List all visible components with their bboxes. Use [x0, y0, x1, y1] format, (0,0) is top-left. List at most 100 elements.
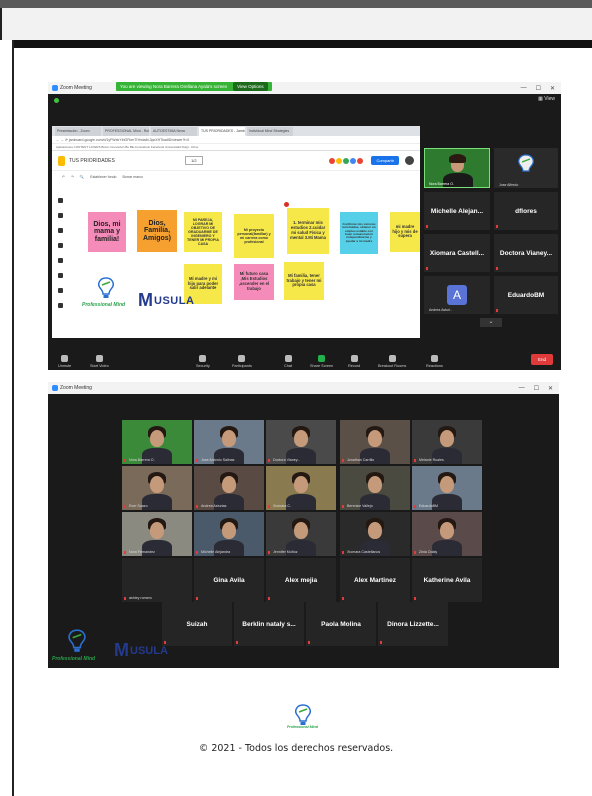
sticky-note[interactable]: Mi futuro casa ,Mis Estudios ,ascender e… [234, 264, 274, 300]
sticky-note-icon[interactable] [57, 243, 63, 248]
participant-video[interactable]: Melanie Ruales [412, 420, 482, 464]
redo-icon[interactable]: ↷ [71, 175, 74, 179]
participant-tile[interactable]: Paola Molina [306, 602, 376, 646]
sticky-note[interactable]: MI PAREJA, LOGRAR MI OBJETIVO DE GRADUAR… [184, 212, 222, 252]
participant-tile[interactable]: EduardoBM [494, 276, 558, 314]
participant-tile[interactable]: Xiomara Castell... [424, 234, 490, 272]
chat-button[interactable]: Chat [284, 355, 292, 368]
participant-video[interactable]: Jonathan Carrillo [340, 420, 410, 464]
minimize-icon[interactable]: — [519, 385, 525, 392]
maximize-icon[interactable]: ☐ [536, 85, 541, 92]
participant-video[interactable]: Jennifer Muñoz [266, 512, 336, 556]
jamboard-toolbar: ↶ ↷ 🔍 Establecer fondo Borrar marco [52, 171, 420, 183]
clear-frame-button[interactable]: Borrar marco [123, 175, 143, 179]
participants-button[interactable]: Participants [232, 355, 252, 368]
browser-tab[interactable]: Presentación - Zoom [55, 127, 101, 136]
participant-video[interactable]: Doctora Vianey... [266, 420, 336, 464]
zoom-icon[interactable]: 🔍 [80, 175, 84, 179]
participant-tile[interactable]: A Andrea Asturi.. [424, 276, 490, 314]
participant-video[interactable]: Nora Barrera O. [122, 420, 192, 464]
participant-video[interactable]: Andrea Asturias [194, 466, 264, 510]
share-button[interactable]: Compartir [371, 156, 399, 165]
participant-tile[interactable]: Berklin nataly s... [234, 602, 304, 646]
sticky-note[interactable]: Confirmar mis carreras terminadas, obten… [340, 212, 378, 254]
bookmarks-bar[interactable]: Aplicaciones CONTENT LAYERS Boton Innova… [52, 144, 420, 151]
select-icon[interactable] [57, 228, 63, 233]
participant-tile[interactable]: Katherine Avila [412, 558, 482, 602]
sticky-note[interactable]: Dios, Familia, Amigos) [137, 210, 177, 252]
participant-video[interactable]: Ever Suazo [122, 466, 192, 510]
participant-name: Michelle Alejandra [201, 550, 231, 554]
browser-tab[interactable]: AUTOESTIMA Nena [151, 127, 197, 136]
participant-video[interactable]: Berenice Vallejo [340, 466, 410, 510]
participant-video[interactable]: Jose Alfredo [494, 148, 558, 188]
mic-muted-icon [414, 597, 416, 600]
browser-tab-active[interactable]: TUS PRIORIDADES - Jamboard [199, 127, 245, 136]
back-icon[interactable]: ← → ⟳ [56, 138, 68, 142]
start-video-button[interactable]: Start Video [90, 355, 109, 368]
more-participants-button[interactable]: ⌄ [480, 318, 502, 327]
share-screen-icon [318, 355, 326, 362]
textbox-icon[interactable] [57, 288, 63, 293]
security-button[interactable]: Security [196, 355, 210, 368]
participant-label: Katherine Avila [423, 576, 471, 584]
image-icon[interactable] [57, 258, 63, 263]
participant-tile[interactable]: Alex Martinez [340, 558, 410, 602]
participant-tile[interactable]: Suizah [162, 602, 232, 646]
participant-video[interactable]: Xiomara C. [266, 466, 336, 510]
participant-video[interactable]: Nora Barrera O. [424, 148, 490, 188]
view-options-button[interactable]: View Options [233, 82, 268, 91]
participant-tile[interactable]: Michelle Alejan... [424, 192, 490, 230]
sticky-note[interactable]: Dios, mi mama y familia! [88, 212, 126, 252]
participant-tile[interactable]: dflores [494, 192, 558, 230]
undo-icon[interactable]: ↶ [62, 175, 65, 179]
unmute-button[interactable]: Unmute [58, 355, 71, 368]
end-meeting-button[interactable]: End [531, 354, 553, 365]
participant-tile[interactable]: Dinora Lizzette... [378, 602, 448, 646]
mic-muted-icon [196, 505, 198, 508]
sticky-note[interactable]: Mi familia, tener trabajo y tener mi pro… [284, 262, 324, 300]
frame-pager[interactable]: 1/2 [184, 156, 203, 165]
participant-tile[interactable]: Alex mejia [266, 558, 336, 602]
laser-icon[interactable] [57, 303, 63, 308]
circle-icon[interactable] [57, 273, 63, 278]
participant-name: Xiomara Castell... [429, 249, 485, 257]
minimize-icon[interactable]: — [521, 85, 527, 92]
sticky-note[interactable]: mi madre hijo y mis de supera [390, 212, 420, 252]
sticky-note[interactable]: 1. terminar mis estudios 2.cuidar mi sal… [287, 208, 329, 254]
participant-tile[interactable]: Doctora Vianey... [494, 234, 558, 272]
record-button[interactable]: Record [348, 355, 360, 368]
participant-video[interactable]: Xiomara Castellanos [340, 512, 410, 556]
mic-muted-icon [342, 459, 344, 462]
mic-muted-icon [268, 551, 270, 554]
sticky-note[interactable]: Mi proyecto personal(familiar) y mi carr… [234, 214, 274, 258]
address-bar[interactable]: ← → ⟳ jamboard.google.com/d/1yFWxtrYbiGF… [52, 136, 420, 144]
pen-icon[interactable] [57, 198, 63, 203]
jamboard-title[interactable]: TUS PRIORIDADES [69, 158, 115, 164]
mic-muted-icon [268, 505, 270, 508]
participant-tile[interactable]: Gina Avila [194, 558, 264, 602]
jamboard-side-tools [56, 198, 64, 328]
zoom-window-screen-share: Zoom Meeting — ☐ ✕ You are viewing Nora … [48, 82, 561, 370]
reactions-button[interactable]: Reactions [426, 355, 443, 368]
maximize-icon[interactable]: ☐ [534, 385, 539, 392]
participant-video[interactable]: Michelle Alejandra [194, 512, 264, 556]
encryption-shield-icon[interactable] [54, 98, 59, 103]
account-avatar[interactable] [405, 156, 414, 165]
browser-tab[interactable]: PROFESSIONAL Mind - Ruta [103, 127, 149, 136]
participant-silhouette [150, 476, 164, 493]
participant-video[interactable]: Zinia Odaly [412, 512, 482, 556]
participant-silhouette [150, 430, 164, 447]
participant-tile[interactable]: ashley romero [122, 558, 192, 602]
participant-video[interactable]: EduardoBM [412, 466, 482, 510]
eraser-icon[interactable] [57, 213, 63, 218]
share-screen-button[interactable]: Share Screen [310, 355, 333, 368]
view-button[interactable]: ▦ View [538, 96, 555, 102]
participant-video[interactable]: Nora Fernandez [122, 512, 192, 556]
close-icon[interactable]: ✕ [548, 385, 553, 392]
participant-video[interactable]: Jose Antonio Salinas [194, 420, 264, 464]
set-background-button[interactable]: Establecer fondo [90, 175, 116, 179]
browser-tab[interactable]: Individual Mind Strategies [247, 127, 293, 136]
breakout-rooms-button[interactable]: Breakout Rooms [378, 355, 406, 368]
close-icon[interactable]: ✕ [550, 85, 555, 92]
